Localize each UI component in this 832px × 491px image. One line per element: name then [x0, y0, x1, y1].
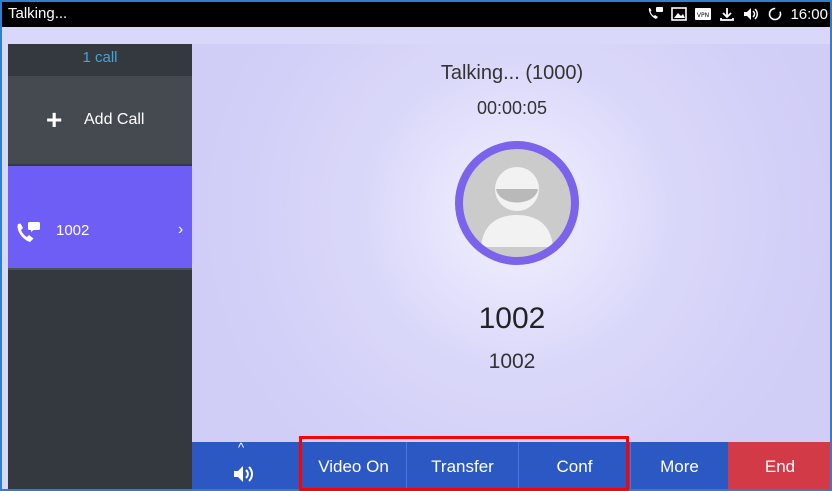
divider	[8, 268, 192, 270]
speaker-icon	[232, 464, 256, 489]
status-time: 16:00	[790, 5, 828, 23]
chevron-right-icon: ›	[178, 221, 184, 238]
volume-icon	[742, 4, 760, 24]
call-icon	[14, 220, 44, 250]
download-icon	[719, 4, 735, 24]
avatar	[455, 141, 579, 265]
call-toolbar: ^ Video On Transfer Conf More End	[192, 440, 830, 489]
svg-text:VPN: VPN	[697, 12, 709, 19]
plus-icon: +	[46, 104, 63, 135]
status-bar: Talking... VPN 16:00	[2, 2, 830, 27]
call-list-item-label: 1002	[56, 222, 90, 239]
more-button[interactable]: More	[630, 442, 728, 489]
image-icon	[671, 4, 688, 24]
call-icon	[646, 4, 664, 24]
status-icons: VPN 16:00	[646, 4, 828, 24]
call-duration: 00:00:05	[476, 98, 548, 118]
default-avatar-icon	[463, 149, 571, 257]
calls-count: 1 call	[82, 49, 118, 66]
call-screen: Talking... VPN 16:00 1 call + Add Call 1…	[0, 0, 832, 491]
chevron-up-icon: ^	[238, 440, 245, 455]
call-status: Talking... (1000)	[440, 62, 584, 84]
transfer-button[interactable]: Transfer	[406, 442, 518, 489]
call-details: Talking... (1000) 00:00:05 1002 1002	[192, 44, 830, 442]
add-call-button[interactable]: + Add Call	[8, 76, 192, 164]
caller-number: 1002	[488, 350, 536, 373]
add-call-label: Add Call	[84, 111, 145, 128]
caller-name: 1002	[478, 302, 546, 335]
end-call-button[interactable]: End	[728, 442, 830, 489]
audio-channel-button[interactable]: ^	[192, 440, 300, 489]
call-list-item[interactable]: 1002 ›	[8, 166, 192, 268]
conf-button[interactable]: Conf	[518, 442, 630, 489]
status-bar-title: Talking...	[8, 5, 68, 22]
vpn-icon: VPN	[694, 4, 712, 24]
call-list-panel: 1 call + Add Call 1002 ›	[8, 44, 192, 489]
video-on-button[interactable]: Video On	[300, 442, 406, 489]
sync-icon	[767, 4, 783, 24]
